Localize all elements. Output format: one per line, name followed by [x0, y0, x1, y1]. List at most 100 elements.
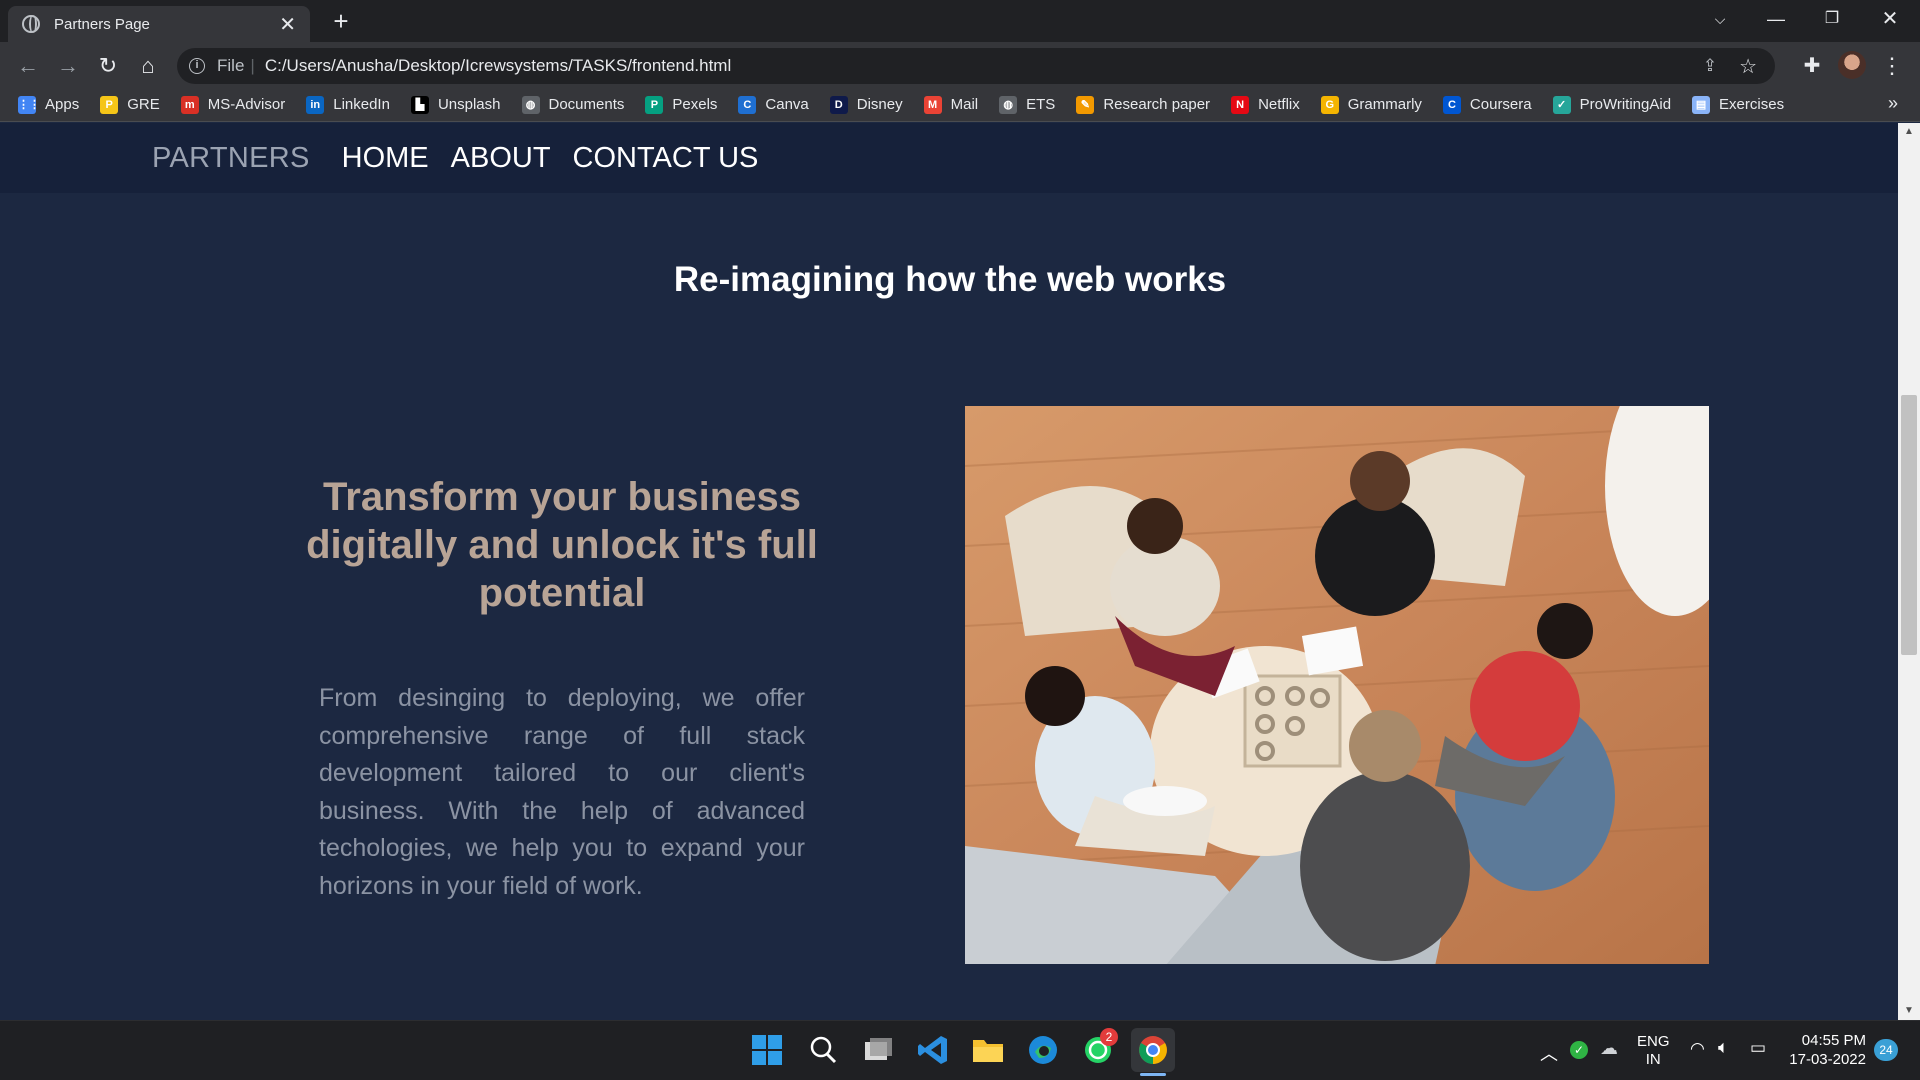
pexels-icon: P — [645, 95, 664, 114]
new-tab-icon[interactable]: + — [324, 4, 358, 38]
file-explorer-icon[interactable] — [966, 1028, 1010, 1072]
linkedin-icon: in — [306, 95, 325, 114]
bookmark-label: Mail — [950, 96, 979, 113]
share-icon[interactable]: ⇪ — [1703, 56, 1717, 76]
browser-tab[interactable]: Partners Page ✕ — [8, 6, 310, 42]
browser-menu-icon[interactable]: ⋮ — [1880, 50, 1904, 82]
scroll-up-arrow-icon[interactable]: ▲ — [1898, 123, 1920, 141]
address-bar[interactable]: i File | C:/Users/Anusha/Desktop/Icrewsy… — [177, 48, 1775, 84]
tray-overflow-chevron-icon[interactable]: ︿ — [1540, 1040, 1558, 1066]
bookmark-star-icon[interactable]: ☆ — [1739, 54, 1757, 79]
tab-title: Partners Page — [54, 15, 150, 33]
bookmark-unsplash[interactable]: ▙ Unsplash — [410, 95, 501, 114]
site-navbar: PARTNERS HOME ABOUT CONTACT US — [0, 123, 1898, 193]
tab-search-chevron-icon[interactable]: ⌵ — [1692, 0, 1748, 40]
notification-count-badge[interactable]: 24 — [1874, 1039, 1898, 1061]
profile-avatar[interactable] — [1838, 51, 1866, 79]
bookmark-label: ETS — [1026, 96, 1056, 113]
volume-icon[interactable]: 🔈︎ — [1718, 1037, 1729, 1058]
minimize-icon[interactable]: — — [1748, 0, 1804, 40]
bookmark-documents[interactable]: ◍ Documents — [521, 95, 624, 114]
security-shield-icon[interactable]: ✓ — [1570, 1041, 1588, 1059]
language-indicator[interactable]: ENG IN — [1637, 1033, 1670, 1069]
clock-date: 17-03-2022 — [1789, 1051, 1866, 1068]
reload-icon[interactable]: ↻ — [92, 50, 124, 82]
page-headline: Re-imagining how the web works — [673, 260, 1227, 299]
page-favicon-icon — [22, 15, 40, 33]
bookmark-label: Netflix — [1258, 96, 1300, 113]
window-close-icon[interactable]: ✕ — [1862, 0, 1918, 40]
start-menu-icon[interactable] — [745, 1028, 789, 1072]
onedrive-cloud-icon[interactable]: ☁ — [1600, 1038, 1618, 1059]
wifi-icon[interactable]: ◠ — [1690, 1039, 1705, 1059]
globe-icon: ◍ — [999, 95, 1018, 114]
gmail-icon: M — [923, 95, 942, 114]
tab-close-icon[interactable]: ✕ — [279, 12, 296, 37]
page-scrollbar[interactable]: ▲ ▼ — [1898, 123, 1920, 1020]
home-icon[interactable]: ⌂ — [132, 50, 164, 82]
nav-link-about[interactable]: ABOUT — [451, 142, 551, 175]
grammarly-icon: G — [1320, 95, 1339, 114]
canva-icon: C — [738, 95, 757, 114]
coursera-icon: C — [1442, 95, 1461, 114]
bookmark-disney[interactable]: D Disney — [829, 95, 903, 114]
research-paper-icon: ✎ — [1076, 95, 1095, 114]
bookmark-netflix[interactable]: N Netflix — [1231, 95, 1300, 114]
disney-icon: D — [829, 95, 848, 114]
bookmark-linkedin[interactable]: in LinkedIn — [306, 95, 390, 114]
bookmark-grammarly[interactable]: G Grammarly — [1320, 95, 1422, 114]
search-icon[interactable] — [801, 1028, 845, 1072]
apps-grid-icon: ⋮⋮ — [18, 95, 40, 114]
netflix-icon: N — [1231, 95, 1250, 114]
extensions-icon[interactable]: ✚ — [1798, 52, 1826, 80]
scrollbar-thumb[interactable] — [1901, 395, 1917, 655]
bookmark-ets[interactable]: ◍ ETS — [999, 95, 1056, 114]
globe-icon: ◍ — [521, 95, 540, 114]
restore-icon[interactable]: ❐ — [1804, 0, 1860, 40]
region-code: IN — [1645, 1051, 1661, 1068]
address-url[interactable]: C:/Users/Anusha/Desktop/Icrewsystems/TAS… — [265, 56, 731, 76]
scroll-down-arrow-icon[interactable]: ▼ — [1898, 1002, 1920, 1020]
vscode-icon[interactable] — [911, 1028, 955, 1072]
bookmark-label: ProWritingAid — [1579, 96, 1672, 113]
hero-tagline: Transform your business digitally and un… — [306, 475, 818, 615]
bookmark-label: MS-Advisor — [207, 96, 286, 113]
task-view-icon[interactable] — [856, 1028, 900, 1072]
bookmark-mail[interactable]: M Mail — [923, 95, 979, 114]
bookmark-label: Coursera — [1469, 96, 1532, 113]
bookmark-coursera[interactable]: C Coursera — [1442, 95, 1532, 114]
nav-link-home[interactable]: HOME — [342, 142, 429, 175]
more-bookmarks-icon[interactable]: » — [1878, 93, 1908, 117]
windows-taskbar — [0, 1020, 1920, 1080]
edge-browser-icon[interactable] — [1021, 1028, 1065, 1072]
bookmark-exercises[interactable]: ▤ Exercises — [1692, 95, 1784, 114]
bookmark-label: Apps — [45, 96, 80, 113]
whatsapp-badge: 2 — [1100, 1028, 1118, 1046]
bookmark-label: Unsplash — [437, 96, 501, 113]
hero-paragraph: From desinging to deploying, we offer co… — [319, 684, 805, 900]
bookmark-gre[interactable]: P GRE — [100, 95, 160, 114]
bookmark-label: Grammarly — [1347, 96, 1422, 113]
bookmark-label: Research paper — [1103, 96, 1211, 113]
clock[interactable]: 04:55 PM 17-03-2022 — [1786, 1031, 1866, 1069]
active-app-indicator — [1140, 1073, 1166, 1076]
address-separator: | — [250, 56, 255, 75]
bookmark-ms-advisor[interactable]: m MS-Advisor — [180, 95, 286, 114]
forward-icon[interactable]: → — [52, 50, 84, 82]
team-meeting-photo — [965, 406, 1709, 964]
bookmark-label: Canva — [765, 96, 809, 113]
site-brand[interactable]: PARTNERS — [152, 142, 310, 175]
back-icon[interactable]: ← — [12, 50, 44, 82]
nav-link-contact[interactable]: CONTACT US — [573, 142, 759, 175]
language-code: ENG — [1637, 1033, 1670, 1050]
bookmark-apps[interactable]: ⋮⋮ Apps — [18, 95, 80, 114]
chrome-icon[interactable] — [1131, 1028, 1175, 1072]
bookmark-pexels[interactable]: P Pexels — [645, 95, 717, 114]
bookmark-label: Disney — [856, 96, 903, 113]
site-info-icon[interactable]: i — [189, 58, 205, 74]
bookmark-prowritingaid[interactable]: ✓ ProWritingAid — [1552, 95, 1672, 114]
bookmark-research-paper[interactable]: ✎ Research paper — [1076, 95, 1211, 114]
ms-advisor-icon: m — [180, 95, 199, 114]
bookmark-canva[interactable]: C Canva — [738, 95, 809, 114]
battery-icon[interactable]: ▭ — [1750, 1038, 1766, 1058]
